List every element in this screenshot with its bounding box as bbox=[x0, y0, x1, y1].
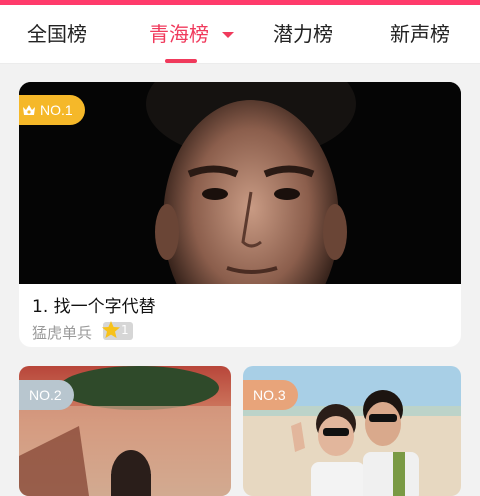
cover-photo[interactable]: NO.1 bbox=[19, 82, 461, 284]
level-number: 1 bbox=[121, 323, 129, 337]
rank-badge-label: NO.1 bbox=[40, 102, 73, 118]
rank-badge-2: NO.2 bbox=[19, 380, 74, 410]
rank-badge-3: NO.3 bbox=[243, 380, 298, 410]
singer-name[interactable]: 猛虎单兵 bbox=[32, 322, 92, 343]
rank-card-3[interactable]: NO.3 bbox=[243, 366, 461, 496]
tab-national[interactable]: 全国榜 bbox=[27, 18, 87, 47]
star-icon bbox=[102, 321, 120, 338]
rank-badge-1: NO.1 bbox=[19, 95, 85, 125]
level-badge: 1 bbox=[102, 321, 133, 340]
portrait-image bbox=[19, 82, 461, 284]
tab-new-voice[interactable]: 新声榜 bbox=[390, 18, 450, 47]
tab-qinghai[interactable]: 青海榜 bbox=[149, 18, 209, 47]
crown-icon bbox=[23, 104, 35, 115]
rank-card-2[interactable]: NO.2 bbox=[19, 366, 231, 496]
tab-potential[interactable]: 潜力榜 bbox=[273, 18, 333, 47]
active-tab-indicator bbox=[165, 59, 197, 63]
song-title[interactable]: 1. 找一个字代替 bbox=[32, 292, 156, 317]
tab-bar: 全国榜 青海榜 潜力榜 新声榜 bbox=[0, 5, 480, 64]
rank-card-1[interactable]: NO.1 1. 找一个字代替 猛虎单兵 1 bbox=[19, 82, 461, 347]
chevron-down-icon[interactable] bbox=[222, 32, 234, 38]
